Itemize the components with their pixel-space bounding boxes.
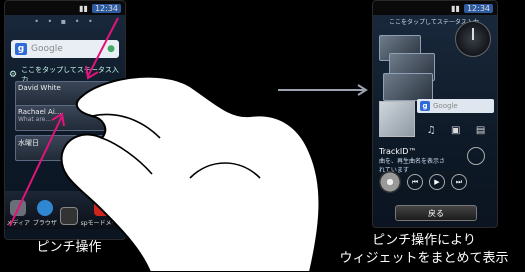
right-caption: ピンチ操作により ウィジェットをまとめて表示: [324, 232, 524, 268]
left-caption: ピンチ操作: [36, 240, 102, 255]
right-caption-line1: ピンチ操作により: [372, 233, 476, 248]
right-caption-line2: ウィジェットをまとめて表示: [339, 251, 509, 266]
